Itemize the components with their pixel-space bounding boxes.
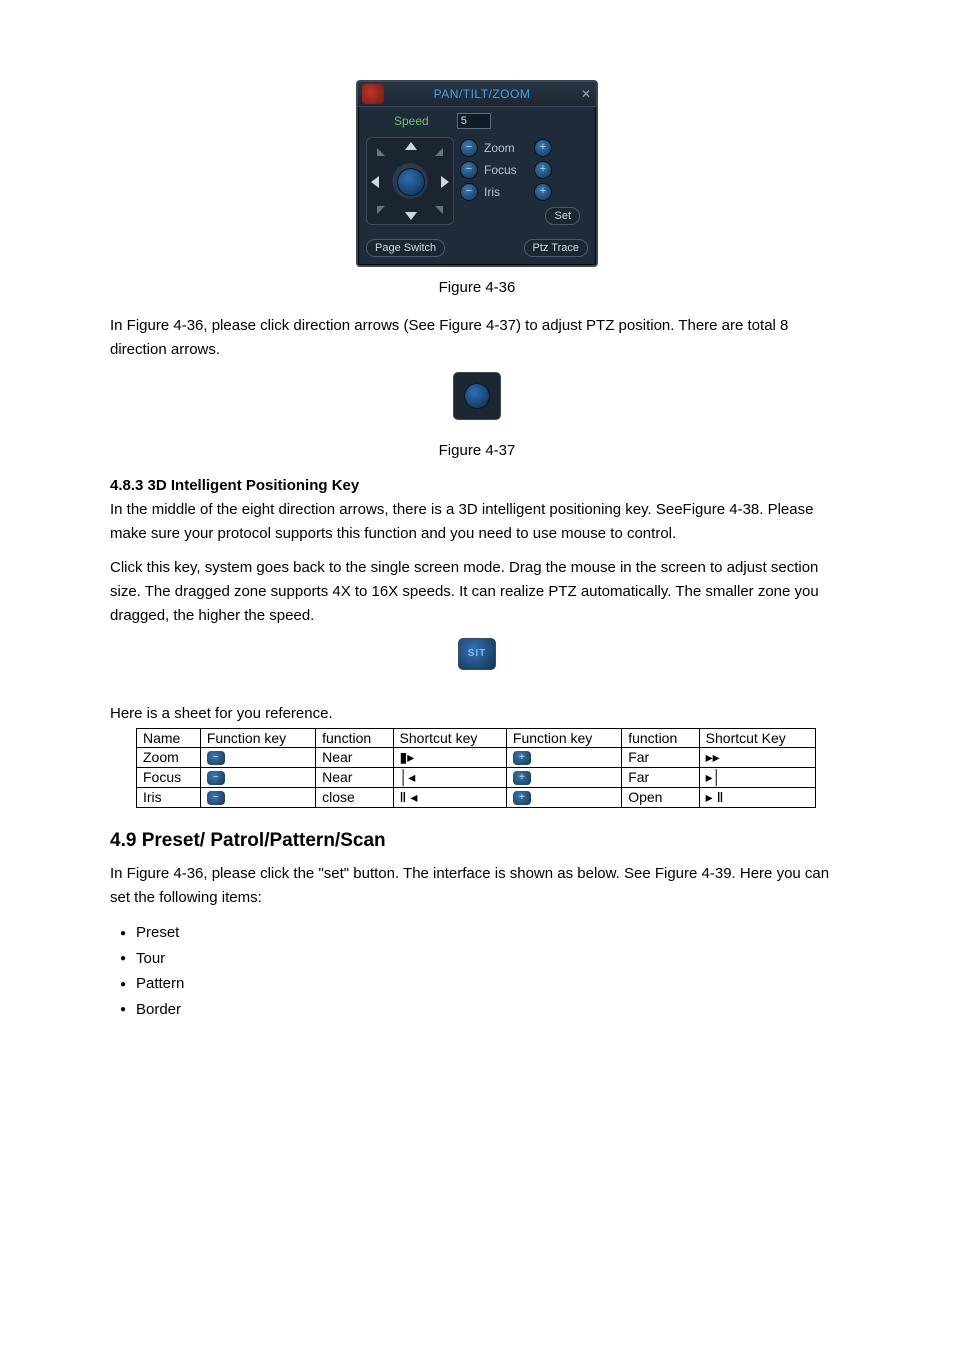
cell-fn: Near bbox=[316, 768, 393, 788]
table-row: Focus − Near │◂ + Far ▸│ bbox=[137, 768, 816, 788]
document-page: PAN/TILT/ZOOM ✕ Speed − Zoom bbox=[0, 0, 954, 1350]
list-item: Border bbox=[110, 997, 844, 1023]
app-logo-icon bbox=[362, 84, 384, 104]
shortcut-icon: │◂ bbox=[393, 768, 506, 788]
minus-icon: − bbox=[207, 771, 225, 785]
cell-name: Focus bbox=[137, 768, 201, 788]
figure-4-37-image bbox=[453, 372, 501, 420]
ptz-title: PAN/TILT/ZOOM bbox=[388, 87, 576, 101]
cell-fn: close bbox=[316, 788, 393, 808]
zoom-plus-button[interactable]: + bbox=[534, 139, 552, 157]
arrow-up-icon[interactable] bbox=[405, 142, 417, 150]
th-name: Name bbox=[137, 729, 201, 748]
th-shortcut-1: Shortcut key bbox=[393, 729, 506, 748]
arrow-down-left-icon[interactable] bbox=[377, 206, 385, 214]
sit-key-icon: SIT bbox=[458, 638, 496, 670]
section-4-8-3-p1: In the middle of the eight direction arr… bbox=[110, 498, 844, 546]
list-item: Preset bbox=[110, 920, 844, 946]
direction-pad bbox=[366, 137, 454, 225]
plus-icon: + bbox=[513, 791, 531, 805]
section-4-8-3-heading: 4.8.3 3D Intelligent Positioning Key bbox=[110, 477, 844, 494]
shortcut-icon: ▸ Ⅱ bbox=[699, 788, 815, 808]
plus-icon: + bbox=[513, 771, 531, 785]
arrow-down-icon[interactable] bbox=[405, 212, 417, 220]
focus-label: Focus bbox=[484, 163, 528, 177]
arrow-left-icon[interactable] bbox=[371, 176, 379, 188]
item-list: Preset Tour Pattern Border bbox=[110, 920, 844, 1022]
shortcut-icon: ▸▸ bbox=[699, 748, 815, 768]
ptz-panel: PAN/TILT/ZOOM ✕ Speed − Zoom bbox=[356, 80, 598, 267]
table-row: Zoom − Near ▮▸ + Far ▸▸ bbox=[137, 748, 816, 768]
sheet-intro: Here is a sheet for you reference. bbox=[110, 702, 844, 726]
cell-fn: Far bbox=[622, 768, 699, 788]
iris-label: Iris bbox=[484, 185, 528, 199]
th-function-2: function bbox=[622, 729, 699, 748]
shortcut-icon: ▸│ bbox=[699, 768, 815, 788]
focus-plus-button[interactable]: + bbox=[534, 161, 552, 179]
section-4-9-intro: In Figure 4-36, please click the "set" b… bbox=[110, 862, 844, 910]
th-function-key-1: Function key bbox=[200, 729, 315, 748]
cell-fn: Open bbox=[622, 788, 699, 808]
th-function-1: function bbox=[316, 729, 393, 748]
figure-4-37-caption: Figure 4-37 bbox=[110, 442, 844, 459]
page-switch-button[interactable]: Page Switch bbox=[366, 239, 445, 257]
speed-label: Speed bbox=[394, 114, 429, 128]
list-item: Tour bbox=[110, 946, 844, 972]
reference-table: Name Function key function Shortcut key … bbox=[136, 728, 816, 808]
cell-name: Iris bbox=[137, 788, 201, 808]
list-item: Pattern bbox=[110, 971, 844, 997]
figure-4-36-caption: Figure 4-36 bbox=[110, 279, 844, 296]
arrow-right-icon[interactable] bbox=[441, 176, 449, 188]
cell-fn: Far bbox=[622, 748, 699, 768]
minus-icon: − bbox=[207, 751, 225, 765]
table-header-row: Name Function key function Shortcut key … bbox=[137, 729, 816, 748]
close-icon[interactable]: ✕ bbox=[576, 85, 596, 103]
cell-name: Zoom bbox=[137, 748, 201, 768]
ptz-titlebar: PAN/TILT/ZOOM ✕ bbox=[358, 82, 596, 107]
zoom-label: Zoom bbox=[484, 141, 528, 155]
speed-input[interactable] bbox=[457, 113, 491, 129]
table-row: Iris − close Ⅱ ◂ + Open ▸ Ⅱ bbox=[137, 788, 816, 808]
cell-fn: Near bbox=[316, 748, 393, 768]
dpad-center-button[interactable] bbox=[397, 168, 425, 196]
zoom-focus-iris-group: − Zoom + − Focus + − Iris + Set bbox=[460, 137, 588, 233]
th-shortcut-2: Shortcut Key bbox=[699, 729, 815, 748]
iris-minus-button[interactable]: − bbox=[460, 183, 478, 201]
arrow-up-left-icon[interactable] bbox=[377, 148, 385, 156]
shortcut-icon: ▮▸ bbox=[393, 748, 506, 768]
arrow-down-right-icon[interactable] bbox=[435, 206, 443, 214]
ptz-controls: − Zoom + − Focus + − Iris + Set bbox=[358, 133, 596, 239]
focus-minus-button[interactable]: − bbox=[460, 161, 478, 179]
shortcut-icon: Ⅱ ◂ bbox=[393, 788, 506, 808]
zoom-minus-button[interactable]: − bbox=[460, 139, 478, 157]
minus-icon: − bbox=[207, 791, 225, 805]
arrow-up-right-icon[interactable] bbox=[435, 148, 443, 156]
section-4-9-heading: 4.9 Preset/ Patrol/Pattern/Scan bbox=[110, 830, 844, 852]
ptz-trace-button[interactable]: Ptz Trace bbox=[524, 239, 588, 257]
section-4-8-3-p2: Click this key, system goes back to the … bbox=[110, 556, 844, 628]
speed-row: Speed bbox=[358, 107, 596, 133]
paragraph-1: In Figure 4-36, please click direction a… bbox=[110, 314, 844, 362]
th-function-key-2: Function key bbox=[506, 729, 621, 748]
iris-plus-button[interactable]: + bbox=[534, 183, 552, 201]
set-button[interactable]: Set bbox=[545, 207, 580, 225]
plus-icon: + bbox=[513, 751, 531, 765]
